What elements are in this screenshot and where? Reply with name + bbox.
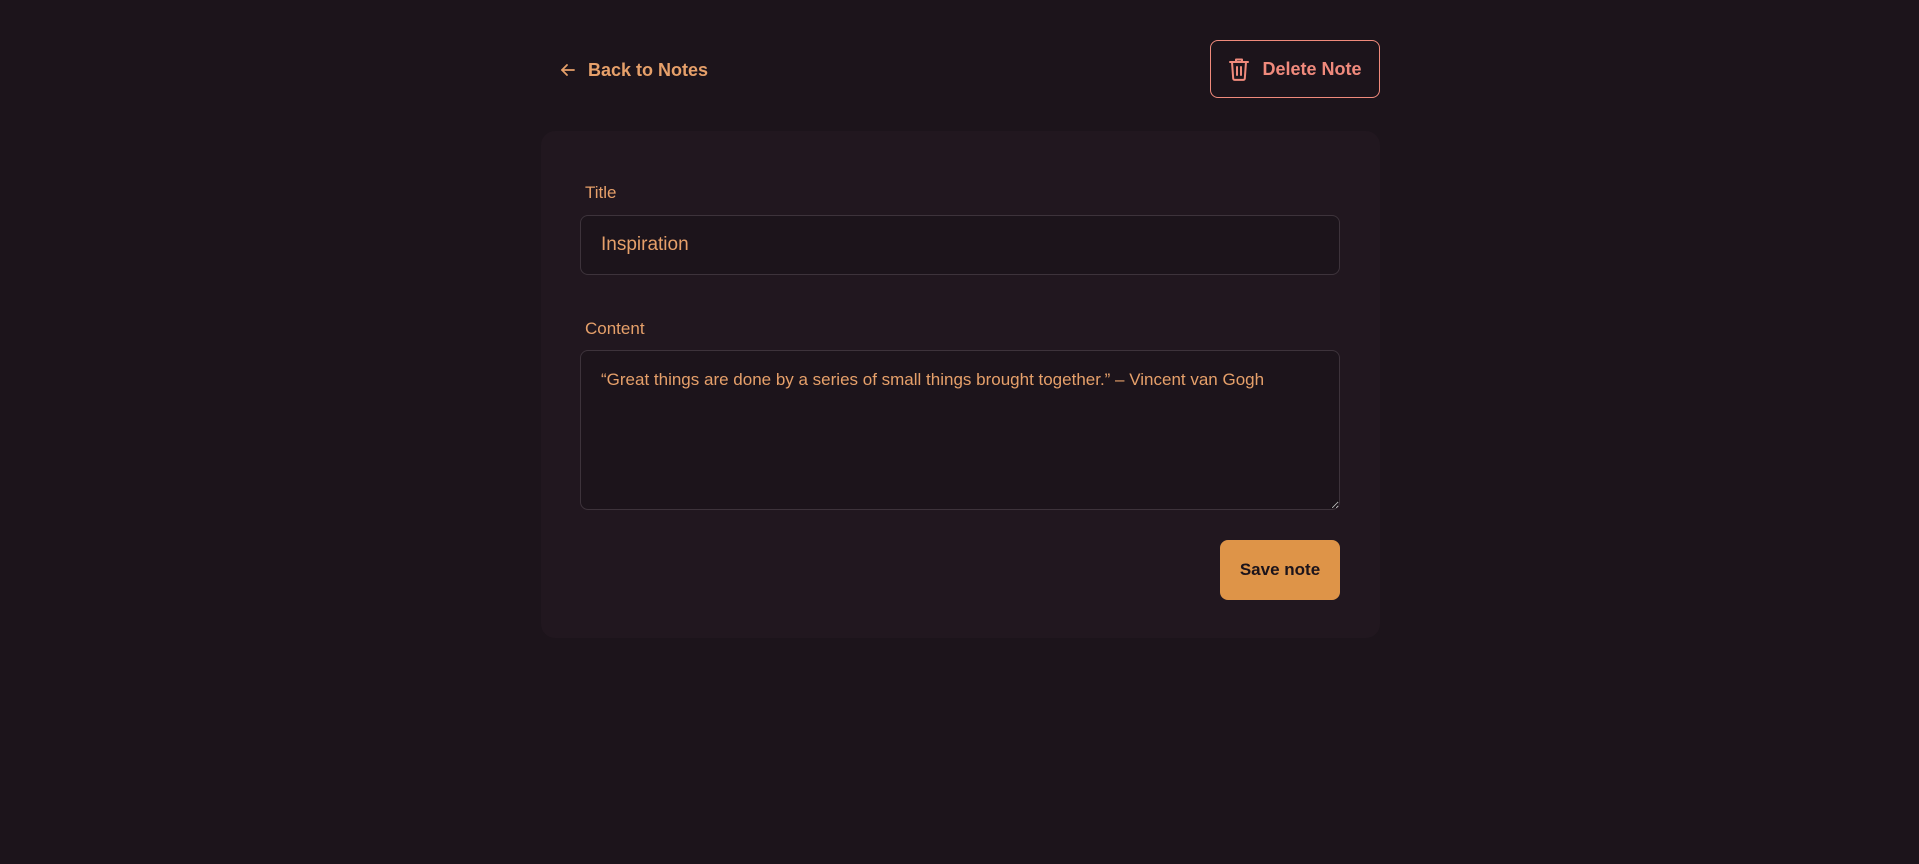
title-label: Title xyxy=(585,183,617,202)
back-link-label: Back to Notes xyxy=(588,59,709,80)
note-editor-page: Back to Notes Delete Note Title Content … xyxy=(0,0,1919,864)
back-to-notes-link[interactable]: Back to Notes xyxy=(560,55,708,85)
title-input[interactable] xyxy=(580,215,1340,275)
delete-note-label: Delete Note xyxy=(1262,58,1362,79)
note-form-card: Title Content “Great things are done by … xyxy=(541,131,1380,638)
content-label: Content xyxy=(585,319,645,338)
content-textarea[interactable]: “Great things are done by a series of sm… xyxy=(580,350,1340,510)
arrow-left-icon xyxy=(560,62,576,78)
top-bar: Back to Notes Delete Note xyxy=(540,40,1380,100)
save-note-button[interactable]: Save note xyxy=(1220,540,1340,600)
trash-icon xyxy=(1228,57,1250,81)
delete-note-button[interactable]: Delete Note xyxy=(1210,40,1380,98)
